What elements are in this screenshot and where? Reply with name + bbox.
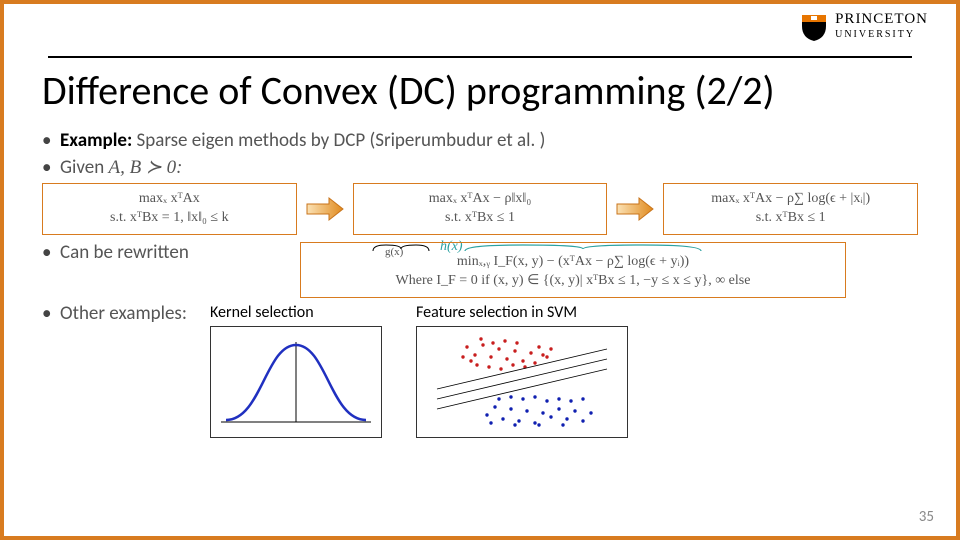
logo-line1: PRINCETON — [835, 12, 928, 27]
bullet-example: Example: Sparse eigen methods by DCP (Sr… — [42, 129, 918, 152]
bullet-other: Other examples: Kernel selection Feature… — [42, 302, 918, 438]
box2-line2: s.t. xᵀBx ≤ 1 — [366, 209, 595, 228]
brace-icon — [463, 243, 703, 253]
example-svm: Feature selection in SVM — [416, 303, 628, 438]
header-rule — [48, 22, 912, 58]
example-kernel: Kernel selection — [210, 303, 382, 438]
slide-title: Difference of Convex (DC) programming (2… — [42, 66, 918, 115]
shield-icon — [799, 12, 829, 42]
rewrite-line2: Where I_F = 0 if (x, y) ∈ {(x, y)| xᵀBx … — [313, 272, 833, 291]
ex2-caption: Feature selection in SVM — [416, 303, 577, 322]
formulation-row: maxₓ xᵀAx s.t. xᵀBx = 1, ‖x‖₀ ≤ k maxₓ x… — [42, 183, 918, 235]
given-label: Given — [60, 156, 104, 179]
other-label: Other examples: — [60, 302, 187, 325]
logo-text: PRINCETON UNIVERSITY — [835, 12, 928, 42]
arrow-icon — [305, 195, 345, 223]
examples-row: Kernel selection Feature selection in SV… — [210, 303, 918, 438]
box-original: maxₓ xᵀAx s.t. xᵀBx = 1, ‖x‖₀ ≤ k — [42, 183, 297, 235]
bullet-rewrite: Can be rewritten g(x) minₓ,ᵧ I_F(x, y) −… — [42, 241, 918, 298]
bullet-list: Example: Sparse eigen methods by DCP (Sr… — [42, 129, 918, 438]
box3-line2: s.t. xᵀBx ≤ 1 — [676, 209, 905, 228]
box1-line2: s.t. xᵀBx = 1, ‖x‖₀ ≤ k — [55, 209, 284, 228]
box2-line1: maxₓ xᵀAx − ρ‖x‖₀ — [366, 190, 595, 209]
ex1-caption: Kernel selection — [210, 303, 314, 322]
box3-line1: maxₓ xᵀAx − ρ∑ log(ϵ + |xᵢ|) — [676, 190, 905, 209]
princeton-logo: PRINCETON UNIVERSITY — [799, 12, 928, 42]
logo-line2: UNIVERSITY — [835, 27, 928, 42]
box1-line1: maxₓ xᵀAx — [55, 190, 284, 209]
page-number: 35 — [919, 508, 934, 526]
arrow-icon — [615, 195, 655, 223]
rewrite-label: Can be rewritten — [60, 241, 189, 264]
thumb-svm — [416, 326, 628, 438]
box-rewrite: g(x) minₓ,ᵧ I_F(x, y) − (xᵀAx − ρ∑ log(ϵ… — [300, 242, 846, 298]
given-expr: A, B ≻ 0: — [108, 157, 182, 178]
slide-frame: PRINCETON UNIVERSITY Difference of Conve… — [0, 0, 960, 540]
box-logapprox: maxₓ xᵀAx − ρ∑ log(ϵ + |xᵢ|) s.t. xᵀBx ≤… — [663, 183, 918, 235]
brace-icon — [371, 243, 431, 253]
gaussian-curve-icon — [211, 327, 381, 437]
thumb-kernel — [210, 326, 382, 438]
example-text: Sparse eigen methods by DCP (Sriperumbud… — [137, 129, 546, 152]
box-penalized: maxₓ xᵀAx − ρ‖x‖₀ s.t. xᵀBx ≤ 1 — [353, 183, 608, 235]
example-label: Example: — [60, 129, 132, 152]
scatter-icon — [417, 327, 627, 437]
